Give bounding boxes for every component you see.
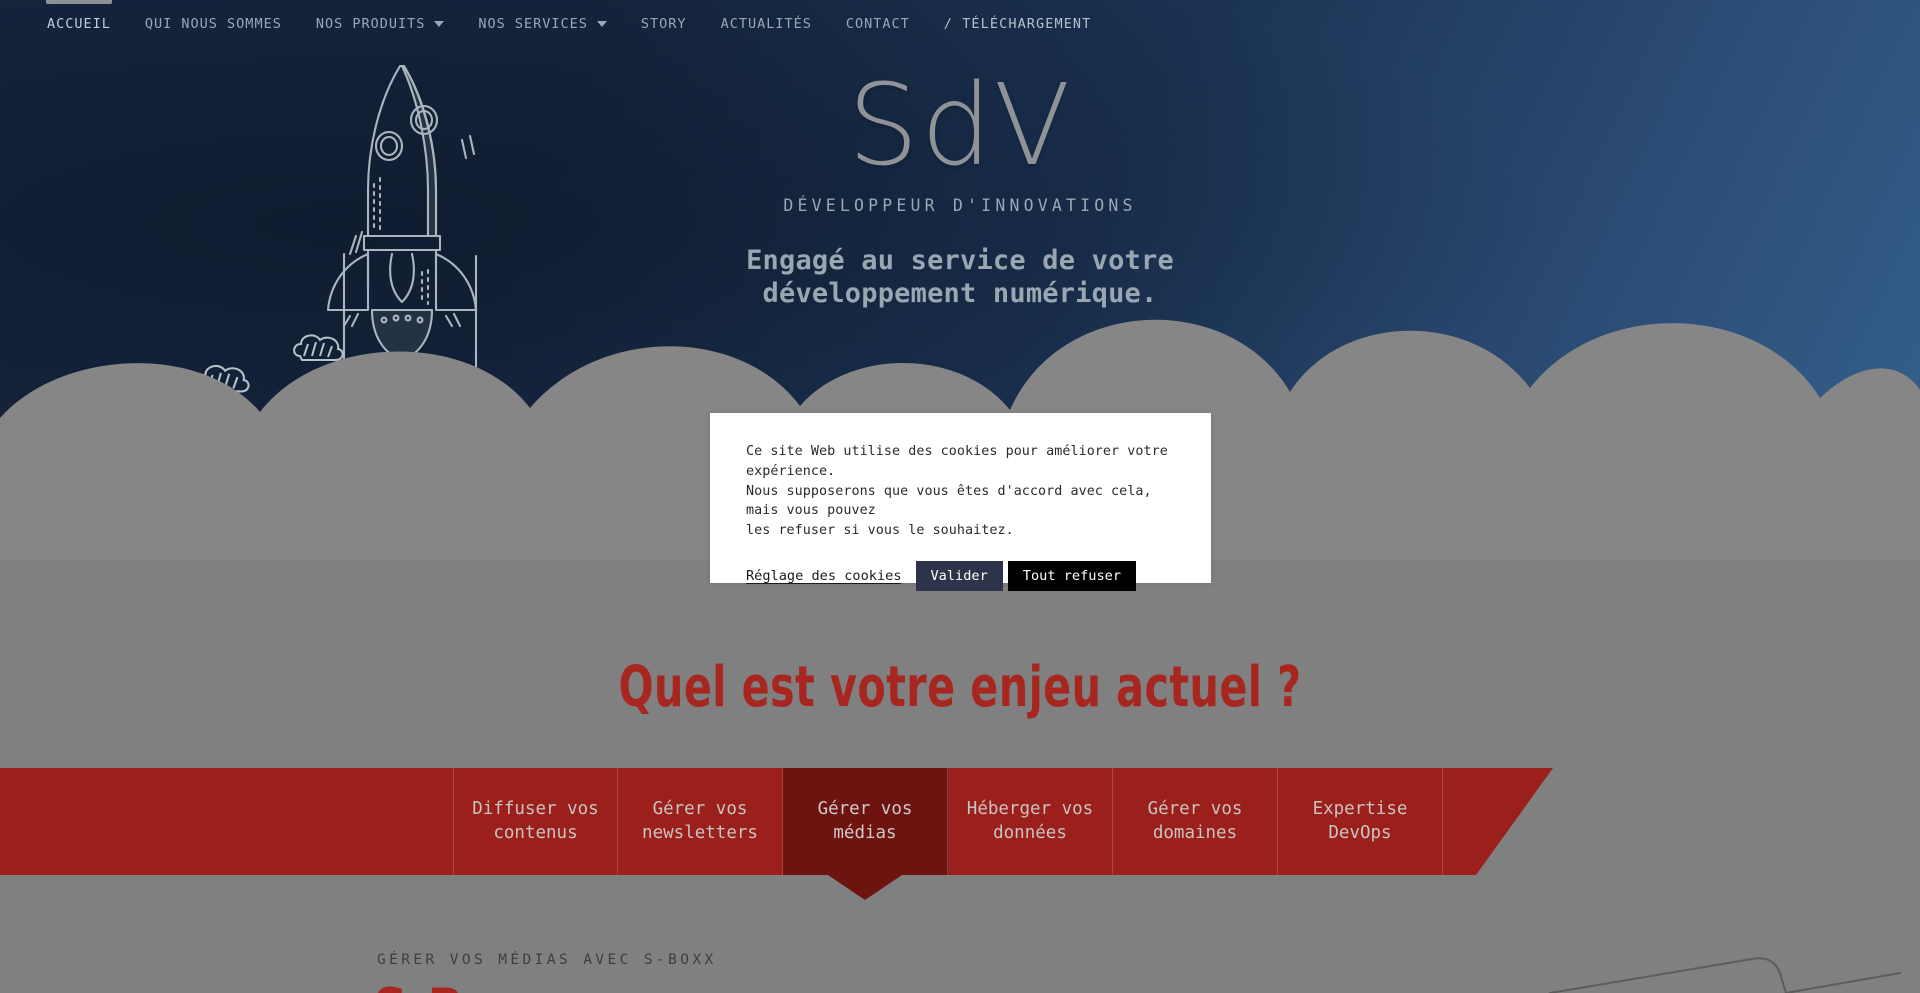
nav-label: QUI NOUS SOMMES xyxy=(144,16,282,32)
cookie-message: Ce site Web utilise des cookies pour amé… xyxy=(746,442,1175,541)
sboxx-section: GÉRER VOS MÉDIAS AVEC S-BOXX S-Boxx xyxy=(0,875,1920,993)
cookie-message-line2: Nous supposerons que vous êtes d'accord … xyxy=(746,483,1152,519)
sboxx-kicker: GÉRER VOS MÉDIAS AVEC S-BOXX xyxy=(377,952,717,968)
tab-label-line1: Héberger vos xyxy=(966,799,1094,820)
enjeu-tabs: Diffuser vos contenus Gérer vos newslett… xyxy=(453,768,1443,900)
cookie-consent-dialog: Ce site Web utilise des cookies pour amé… xyxy=(710,413,1211,592)
accept-cookies-button[interactable]: Valider xyxy=(915,561,1003,592)
main-navigation: ACCUEIL QUI NOUS SOMMES NOS PRODUITS NOS… xyxy=(0,0,1920,48)
tab-gerer-vos-domaines[interactable]: Gérer vos domaines xyxy=(1113,768,1278,875)
nav-list: ACCUEIL QUI NOUS SOMMES NOS PRODUITS NOS… xyxy=(0,0,1108,48)
tab-label-line2: newsletters xyxy=(642,822,758,843)
nav-item-qui-nous-sommes[interactable]: QUI NOUS SOMMES xyxy=(128,0,299,48)
tab-gerer-vos-newsletters[interactable]: Gérer vos newsletters xyxy=(618,768,783,875)
nav-item-story[interactable]: STORY xyxy=(624,0,704,48)
tab-label-line2: contenus xyxy=(493,822,578,843)
page-title: Quel est votre enjeu actuel ? xyxy=(618,655,1302,720)
cookie-actions: Réglage des cookies Valider Tout refuser xyxy=(746,561,1175,592)
hero-tagline: DÉVELOPPEUR D'INNOVATIONS xyxy=(783,196,1137,215)
enjeu-tab-band: Diffuser vos contenus Gérer vos newslett… xyxy=(0,768,1553,900)
nav-label: STORY xyxy=(640,16,687,32)
tab-label-line1: Gérer vos xyxy=(817,799,913,820)
cookie-message-line1: Ce site Web utilise des cookies pour amé… xyxy=(746,444,1168,479)
sdv-logo: SdV xyxy=(847,61,1073,191)
tab-label-line2: domaines xyxy=(1152,822,1238,843)
nav-item-contact[interactable]: CONTACT xyxy=(829,0,927,48)
tab-label-line1: Gérer vos xyxy=(1147,799,1243,820)
nav-item-nos-services[interactable]: NOS SERVICES xyxy=(461,0,624,48)
nav-label: ACCUEIL xyxy=(47,16,111,32)
nav-label: ACTUALITÉS xyxy=(720,16,812,32)
page-root: SdV DÉVELOPPEUR D'INNOVATIONS Engagé au … xyxy=(0,0,1920,993)
tab-label-line1: Gérer vos xyxy=(652,799,748,820)
tab-expertise-devops[interactable]: Expertise DevOps xyxy=(1278,768,1443,875)
tab-gerer-vos-medias[interactable]: Gérer vos médias xyxy=(783,768,948,900)
tab-label-line2: DevOps xyxy=(1328,822,1392,843)
tab-diffuser-vos-contenus[interactable]: Diffuser vos contenus xyxy=(453,768,618,875)
tab-label-line1: Diffuser vos xyxy=(472,799,599,820)
sboxx-title: S-Boxx xyxy=(373,975,559,993)
nav-label: NOS SERVICES xyxy=(478,16,588,32)
nav-item-nos-produits[interactable]: NOS PRODUITS xyxy=(299,0,462,48)
nav-label: / TÉLÉCHARGEMENT xyxy=(943,16,1092,32)
chevron-down-icon xyxy=(596,21,607,27)
device-outline-illustration xyxy=(1549,957,1901,993)
cookie-message-line3: les refuser si vous le souhaitez. xyxy=(746,523,1014,539)
nav-label: CONTACT xyxy=(845,16,910,32)
nav-item-telechargement[interactable]: / TÉLÉCHARGEMENT xyxy=(927,0,1109,48)
nav-label: NOS PRODUITS xyxy=(315,16,426,32)
nav-item-actualites[interactable]: ACTUALITÉS xyxy=(704,0,829,48)
tab-label-line2: médias xyxy=(833,822,897,843)
cookie-settings-link[interactable]: Réglage des cookies xyxy=(746,568,902,584)
tab-label-line1: Expertise xyxy=(1312,799,1408,820)
tab-heberger-vos-donnees[interactable]: Héberger vos données xyxy=(948,768,1113,875)
tab-label-line2: données xyxy=(993,822,1067,843)
chevron-down-icon xyxy=(434,21,445,27)
nav-item-accueil[interactable]: ACCUEIL xyxy=(30,0,128,48)
active-tab-arrow-icon xyxy=(828,875,902,900)
reject-cookies-button[interactable]: Tout refuser xyxy=(1007,561,1137,592)
